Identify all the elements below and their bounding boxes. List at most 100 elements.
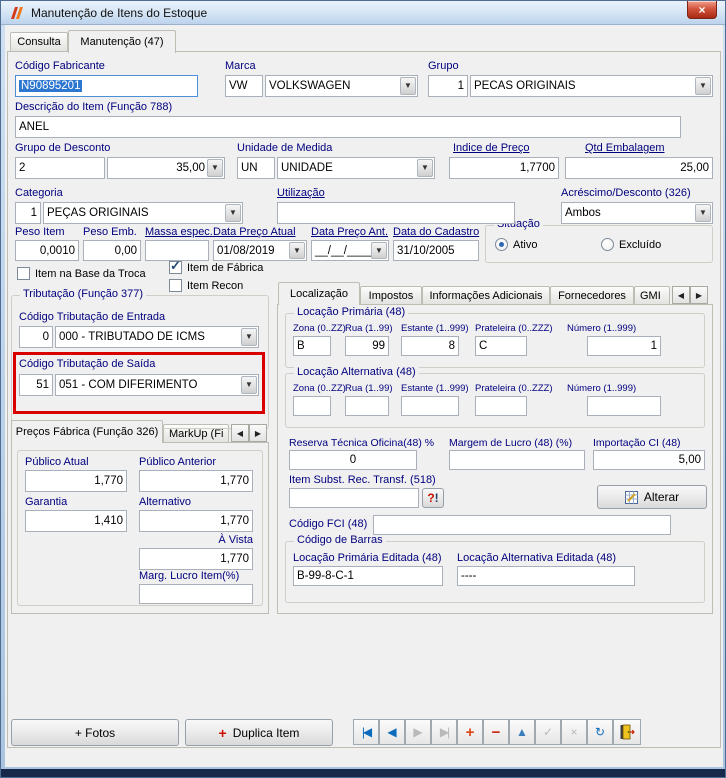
- nav-refresh-button[interactable]: ↻: [587, 719, 613, 745]
- checkbox-item-base-troca-control[interactable]: [17, 267, 30, 280]
- scroll-right-icon[interactable]: ▶: [249, 424, 267, 442]
- radio-excluido[interactable]: Excluído: [601, 238, 661, 251]
- primaria-numero-input[interactable]: 1: [587, 336, 661, 356]
- data-preco-ant-picker[interactable]: __/__/____ ▼: [311, 240, 389, 261]
- categoria-combo[interactable]: PEÇAS ORIGINAIS ▼: [43, 202, 243, 224]
- tab-precos-fabrica[interactable]: Preços Fábrica (Função 326): [11, 420, 163, 443]
- radio-ativo[interactable]: Ativo: [495, 238, 537, 251]
- dropdown-arrow-icon[interactable]: ▼: [207, 159, 223, 177]
- qtd-embalagem-input[interactable]: 25,00: [565, 157, 713, 179]
- tributacao-entrada-code-input[interactable]: 0: [19, 326, 53, 348]
- alterar-button[interactable]: Alterar: [597, 485, 707, 509]
- alternativa-rua-input[interactable]: [345, 396, 389, 416]
- tributacao-entrada-combo[interactable]: 000 - TRIBUTADO DE ICMS ▼: [55, 326, 259, 348]
- nav-last-button[interactable]: ▶|: [431, 719, 457, 745]
- massa-espec-label[interactable]: Massa espec.: [145, 226, 213, 238]
- unidade-medida-combo[interactable]: UNIDADE ▼: [277, 157, 435, 179]
- radio-excluido-control[interactable]: [601, 238, 614, 251]
- tab-localizacao[interactable]: Localização: [278, 282, 360, 305]
- dropdown-arrow-icon[interactable]: ▼: [371, 242, 387, 259]
- dropdown-arrow-icon[interactable]: ▼: [289, 242, 305, 259]
- reserva-tecnica-input[interactable]: 0: [289, 450, 417, 470]
- unidade-medida-code-input[interactable]: UN: [237, 157, 275, 179]
- marca-combo[interactable]: VOLKSWAGEN ▼: [265, 75, 418, 97]
- dropdown-arrow-icon[interactable]: ▼: [695, 77, 711, 95]
- codigo-fabricante-input[interactable]: N90895201: [15, 75, 198, 97]
- checkbox-item-recon-control[interactable]: [169, 279, 182, 292]
- a-vista-input[interactable]: 1,770: [139, 548, 253, 570]
- nav-prior-button[interactable]: ◀: [379, 719, 405, 745]
- codigo-fci-input[interactable]: [373, 515, 671, 535]
- grupo-code-input[interactable]: 1: [428, 75, 468, 97]
- scroll-left-icon[interactable]: ◀: [231, 424, 249, 442]
- tab-consulta[interactable]: Consulta: [10, 32, 68, 51]
- nav-delete-button[interactable]: −: [483, 719, 509, 745]
- alternativa-zona-input[interactable]: [293, 396, 331, 416]
- radio-ativo-control[interactable]: [495, 238, 508, 251]
- locacao-primaria-editada-input[interactable]: B-99-8-C-1: [293, 566, 443, 586]
- dropdown-arrow-icon[interactable]: ▼: [225, 204, 241, 222]
- checkbox-item-fabrica-control[interactable]: ✓: [169, 258, 182, 274]
- primaria-prateleira-input[interactable]: C: [475, 336, 527, 356]
- nav-insert-button[interactable]: +: [457, 719, 483, 745]
- data-cadastro-label[interactable]: Data do Cadastro: [393, 226, 479, 238]
- tab-informacoes-adicionais[interactable]: Informações Adicionais: [422, 286, 550, 304]
- tab-impostos[interactable]: Impostos: [360, 286, 422, 304]
- data-preco-atual-label[interactable]: Data Preço Atual: [213, 226, 296, 238]
- fotos-button[interactable]: + Fotos: [11, 719, 179, 746]
- peso-item-input[interactable]: 0,0010: [15, 240, 79, 261]
- grupo-desconto-code-input[interactable]: 2: [15, 157, 105, 179]
- dropdown-arrow-icon[interactable]: ▼: [241, 328, 257, 346]
- data-preco-atual-picker[interactable]: 01/08/2019 ▼: [213, 240, 307, 261]
- alternativa-numero-input[interactable]: [587, 396, 661, 416]
- scroll-right-icon[interactable]: ▶: [690, 286, 708, 304]
- primaria-zona-input[interactable]: B: [293, 336, 331, 356]
- data-preco-ant-label[interactable]: Data Preço Ant.: [311, 226, 388, 238]
- primaria-estante-input[interactable]: 8: [401, 336, 459, 356]
- utilizacao-label[interactable]: Utilização: [277, 187, 325, 199]
- publico-atual-input[interactable]: 1,770: [25, 470, 127, 492]
- tributacao-saida-combo[interactable]: 051 - COM DIFERIMENTO ▼: [55, 374, 259, 396]
- utilizacao-input[interactable]: [277, 202, 515, 224]
- nav-next-button[interactable]: ▶: [405, 719, 431, 745]
- garantia-input[interactable]: 1,410: [25, 510, 127, 532]
- tab-gmi[interactable]: GMI: [634, 286, 670, 304]
- dropdown-arrow-icon[interactable]: ▼: [417, 159, 433, 177]
- duplica-item-button[interactable]: + Duplica Item: [185, 719, 333, 746]
- margem-lucro-input[interactable]: [449, 450, 585, 470]
- marca-code-input[interactable]: VW: [225, 75, 263, 97]
- indice-preco-label[interactable]: Indice de Preço: [453, 142, 529, 154]
- dropdown-arrow-icon[interactable]: ▼: [241, 376, 257, 394]
- tab-fornecedores[interactable]: Fornecedores: [550, 286, 634, 304]
- item-subst-input[interactable]: [289, 488, 419, 508]
- marg-lucro-input[interactable]: [139, 584, 253, 604]
- tributacao-saida-code-input[interactable]: 51: [19, 374, 53, 396]
- nav-post-button[interactable]: ✓: [535, 719, 561, 745]
- categoria-code-input[interactable]: 1: [15, 202, 41, 224]
- checkbox-item-recon[interactable]: Item Recon: [169, 279, 243, 292]
- exit-button[interactable]: [613, 719, 641, 745]
- dropdown-arrow-icon[interactable]: ▼: [400, 77, 416, 95]
- scroll-left-icon[interactable]: ◀: [672, 286, 690, 304]
- descricao-item-input[interactable]: ANEL: [15, 116, 681, 138]
- checkbox-item-fabrica[interactable]: ✓ Item de Fábrica: [169, 258, 263, 274]
- item-subst-search-button[interactable]: ?!: [422, 488, 444, 508]
- nav-first-button[interactable]: |◀: [353, 719, 379, 745]
- peso-emb-input[interactable]: 0,00: [83, 240, 141, 261]
- primaria-rua-input[interactable]: 99: [345, 336, 389, 356]
- locacao-alternativa-editada-input[interactable]: ----: [457, 566, 635, 586]
- grupo-combo[interactable]: PECAS ORIGINAIS ▼: [470, 75, 713, 97]
- indice-preco-input[interactable]: 1,7700: [449, 157, 559, 179]
- tab-manutencao[interactable]: Manutenção (47): [68, 30, 176, 53]
- publico-anterior-input[interactable]: 1,770: [139, 470, 253, 492]
- alternativa-estante-input[interactable]: [401, 396, 459, 416]
- qtd-embalagem-label[interactable]: Qtd Embalagem: [585, 142, 664, 154]
- acrescimo-desconto-combo[interactable]: Ambos ▼: [561, 202, 713, 224]
- dropdown-arrow-icon[interactable]: ▼: [695, 204, 711, 222]
- checkbox-item-base-troca[interactable]: Item na Base da Troca: [17, 267, 146, 280]
- alternativo-input[interactable]: 1,770: [139, 510, 253, 532]
- alternativa-prateleira-input[interactable]: [475, 396, 527, 416]
- data-cadastro-input[interactable]: 31/10/2005: [393, 240, 479, 261]
- grupo-desconto-combo[interactable]: 35,00 ▼: [107, 157, 225, 179]
- nav-edit-button[interactable]: ▲: [509, 719, 535, 745]
